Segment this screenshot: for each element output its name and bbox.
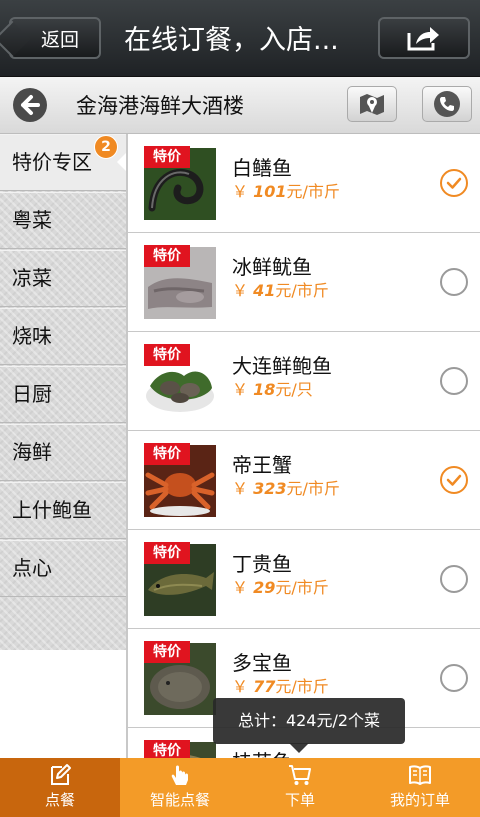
special-tag: 特价: [144, 740, 190, 758]
category-item-roast[interactable]: 烧味: [0, 308, 126, 365]
category-item-specials[interactable]: 特价专区 2: [0, 134, 126, 191]
dish-select-checkbox[interactable]: [440, 664, 468, 692]
phone-icon: [434, 91, 460, 117]
special-tag: 特价: [144, 542, 190, 564]
pencil-icon: [51, 764, 71, 785]
dish-name: 丁贵鱼: [232, 552, 292, 576]
dish-row[interactable]: 特价 冰鲜鱿鱼 ￥ 41元/市斤: [128, 233, 480, 332]
category-label: 点心: [12, 556, 52, 580]
category-label: 海鲜: [12, 440, 52, 464]
book-icon: [409, 765, 431, 785]
tab-place-order[interactable]: 下单: [240, 758, 360, 817]
special-tag: 特价: [144, 344, 190, 366]
map-pin-icon: [360, 94, 384, 115]
share-button[interactable]: [378, 17, 470, 59]
dish-row[interactable]: 特价 大连鲜鲍鱼 ￥ 18元/只: [128, 332, 480, 431]
category-label: 日厨: [12, 382, 52, 406]
dish-name: 大连鲜鲍鱼: [232, 354, 332, 378]
check-icon: [446, 177, 462, 189]
dish-price: ￥ 18元/只: [232, 380, 313, 399]
map-button[interactable]: [347, 86, 397, 122]
special-tag: 特价: [144, 443, 190, 465]
category-label: 特价专区: [12, 150, 92, 174]
back-button-label: 返回: [40, 28, 79, 51]
top-nav-bar: 返回 在线订餐，入店...: [0, 0, 480, 77]
tab-label: 下单: [284, 791, 315, 809]
tab-label: 我的订单: [389, 791, 450, 809]
category-sidebar: 特价专区 2 粤菜 凉菜 烧味 日厨 海鲜 上什鲍鱼 点心: [0, 134, 126, 650]
dish-name: 白鳝鱼: [232, 156, 292, 180]
category-label: 烧味: [12, 324, 52, 348]
tab-order-food[interactable]: 点餐: [0, 758, 120, 817]
category-label: 粤菜: [12, 208, 52, 232]
dish-select-checkbox[interactable]: [440, 367, 468, 395]
bottom-tab-bar: 点餐 智能点餐 下单 我的订单: [0, 758, 480, 817]
dish-select-checkbox[interactable]: [440, 565, 468, 593]
category-count-badge: 2: [94, 135, 118, 159]
category-item-dim-sum[interactable]: 点心: [0, 540, 126, 597]
dish-price: ￥ 41元/市斤: [232, 281, 329, 300]
tab-my-orders[interactable]: 我的订单: [360, 758, 480, 817]
sidebar-empty-area: [0, 650, 126, 758]
page-title: 在线订餐，入店...: [124, 25, 339, 56]
category-label: 上什鲍鱼: [12, 498, 92, 522]
tab-label: 智能点餐: [149, 791, 210, 809]
back-button[interactable]: 返回: [9, 17, 101, 59]
dish-price: ￥ 29元/市斤: [232, 578, 329, 597]
share-icon: [407, 27, 439, 51]
restaurant-back-button[interactable]: [13, 88, 47, 122]
category-item-japanese[interactable]: 日厨: [0, 366, 126, 423]
dish-name: 桂花鱼: [232, 746, 292, 758]
dish-name: 帝王蟹: [232, 453, 292, 477]
selected-arrow-icon: [117, 153, 126, 171]
dish-select-checkbox[interactable]: [440, 169, 468, 197]
category-item-cantonese[interactable]: 粤菜: [0, 192, 126, 249]
special-tag: 特价: [144, 641, 190, 663]
tab-label: 点餐: [44, 791, 75, 809]
dish-select-checkbox[interactable]: [440, 466, 468, 494]
dish-name: 冰鲜鱿鱼: [232, 255, 312, 279]
tab-smart-order[interactable]: 智能点餐: [120, 758, 240, 817]
special-tag: 特价: [144, 146, 190, 168]
category-item-abalone[interactable]: 上什鲍鱼: [0, 482, 126, 539]
cart-icon: [289, 765, 311, 785]
restaurant-name: 金海港海鲜大酒楼: [76, 94, 244, 118]
dish-row[interactable]: 特价 丁贵鱼 ￥ 29元/市斤: [128, 530, 480, 629]
dish-row[interactable]: 特价 帝王蟹 ￥ 323元/市斤: [128, 431, 480, 530]
special-tag: 特价: [144, 245, 190, 267]
dish-select-checkbox[interactable]: [440, 268, 468, 296]
order-total-tooltip: 总计：424元/2个菜: [213, 698, 405, 753]
arrow-left-icon: [21, 95, 40, 115]
dish-price: ￥ 101元/市斤: [232, 182, 340, 201]
dish-price: ￥ 77元/市斤: [232, 677, 329, 696]
restaurant-bar: 金海港海鲜大酒楼: [0, 77, 480, 134]
phone-button[interactable]: [422, 86, 472, 122]
dish-row[interactable]: 特价 白鳝鱼 ￥ 101元/市斤: [128, 134, 480, 233]
category-label: 凉菜: [12, 266, 52, 290]
category-item-cold-dishes[interactable]: 凉菜: [0, 250, 126, 307]
check-icon: [446, 474, 462, 486]
dish-price: ￥ 323元/市斤: [232, 479, 340, 498]
hand-tap-icon: [171, 765, 188, 785]
category-item-seafood[interactable]: 海鲜: [0, 424, 126, 481]
dish-name: 多宝鱼: [232, 651, 292, 675]
